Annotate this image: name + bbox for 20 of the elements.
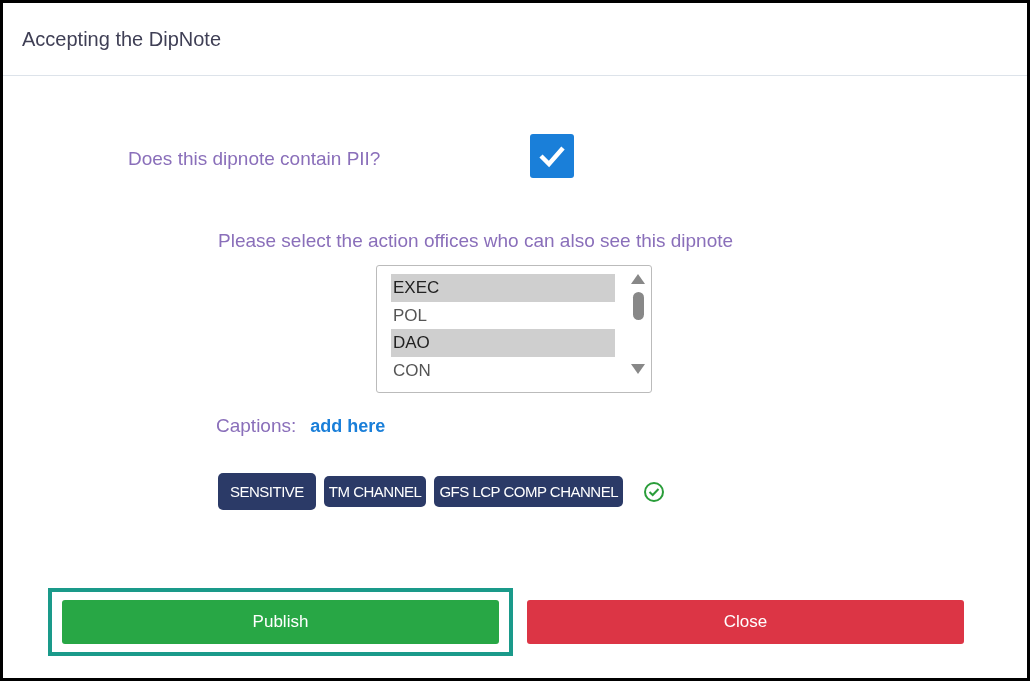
scroll-up-icon[interactable] (631, 274, 645, 284)
offices-label: Please select the action offices who can also see this dipnote (218, 230, 734, 252)
office-option[interactable]: CON (391, 356, 615, 384)
dialog-title: Accepting the DipNote (22, 27, 221, 51)
checkmark-icon (538, 144, 567, 168)
scrollbar-thumb[interactable] (632, 292, 644, 320)
pii-checkbox[interactable] (530, 134, 575, 178)
caption-tag: GFS LCP COMP CHANNEL (434, 476, 624, 507)
caption-tag: TM CHANNEL (323, 476, 427, 507)
office-option[interactable]: DAO (391, 329, 615, 357)
office-option[interactable]: EXEC (391, 274, 615, 302)
office-option[interactable]: POL (391, 301, 615, 329)
offices-listbox[interactable]: EXEC POL DAO CON (376, 265, 652, 393)
check-circle-icon (643, 480, 666, 503)
add-here-link[interactable]: add here (310, 416, 386, 437)
scroll-down-icon[interactable] (631, 364, 645, 374)
captions-label: Captions: (216, 415, 297, 437)
pii-question: Does this dipnote contain PII? (128, 148, 381, 170)
caption-tag: SENSITIVE (218, 473, 316, 510)
close-button[interactable]: Close (527, 600, 964, 644)
